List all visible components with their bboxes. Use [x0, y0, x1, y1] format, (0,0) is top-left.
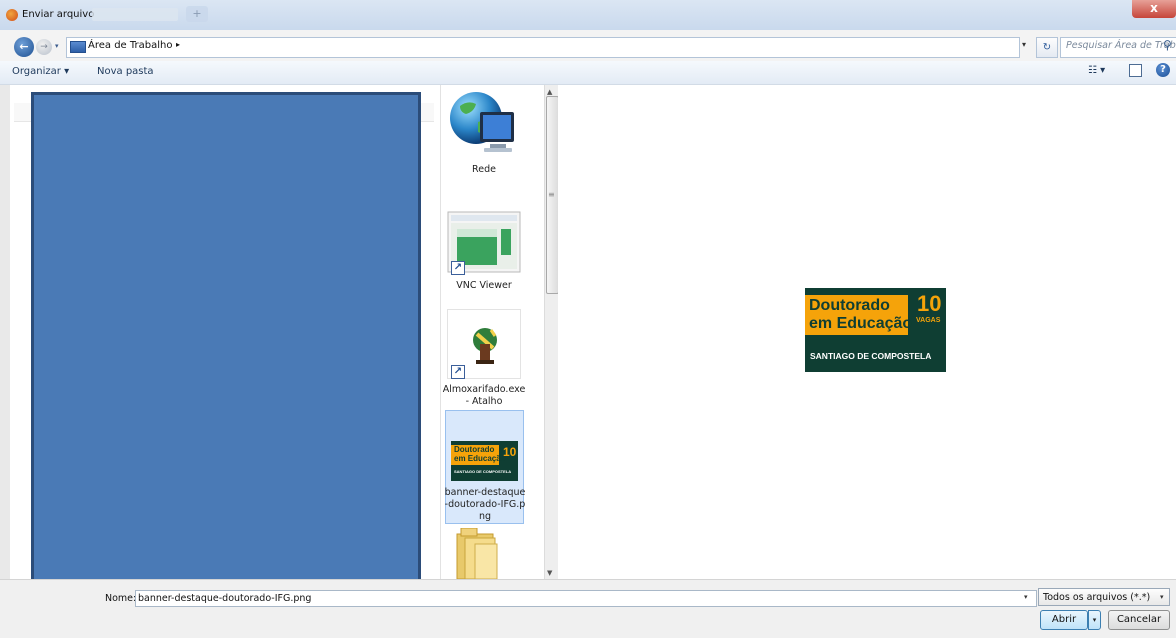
refresh-button[interactable]: ↻ — [1036, 37, 1058, 58]
forward-button[interactable]: → — [36, 39, 52, 55]
close-button[interactable]: x — [1132, 0, 1176, 18]
image-thumbnail-icon: Doutorado em Educação 10 SANTIAGO DE COM… — [451, 441, 518, 481]
preview-subtitle: SANTIAGO DE COMPOSTELA — [810, 351, 932, 361]
list-item-vnc-viewer[interactable]: ↗ VNC Viewer — [441, 206, 527, 298]
history-dropdown-icon[interactable]: ▾ — [55, 42, 59, 50]
open-button[interactable]: Abrir — [1040, 610, 1088, 630]
new-folder-button[interactable]: Nova pasta — [97, 66, 154, 77]
filename-label: Nome: — [105, 593, 137, 604]
breadcrumb-chevron-icon[interactable]: ▸ — [176, 40, 180, 49]
file-type-dropdown-icon[interactable]: ▾ — [1160, 593, 1164, 601]
preview-title-line2: em Educação — [809, 315, 913, 332]
preview-pane-button[interactable] — [1129, 64, 1142, 77]
folder-icon[interactable] — [455, 528, 499, 579]
list-item-label: Almoxarifado.exe — [442, 384, 526, 395]
preview-image: Doutorado em Educação 10 VAGAS SANTIAGO … — [805, 288, 946, 372]
network-globe-icon — [450, 92, 514, 152]
cancel-button[interactable]: Cancelar — [1108, 610, 1170, 630]
list-item-banner-selected[interactable]: Doutorado em Educação 10 SANTIAGO DE COM… — [444, 410, 526, 524]
preview-title-line1: Doutorado — [809, 297, 890, 314]
scrollbar-grip-icon: ≡ — [548, 190, 555, 199]
search-icon[interactable]: ⚲ — [1163, 38, 1172, 52]
shortcut-arrow-icon: ↗ — [451, 365, 465, 379]
redacted-region — [31, 92, 421, 588]
desktop-folder-icon — [70, 41, 86, 53]
window-title: Enviar arquivo — [22, 9, 95, 20]
filename-input[interactable]: banner-destaque-doutorado-IFG.png — [135, 590, 1037, 607]
scroll-up-icon[interactable]: ▲ — [547, 88, 552, 96]
filename-dropdown-icon[interactable]: ▾ — [1024, 593, 1028, 601]
preview-number: 10 — [917, 291, 942, 316]
help-button[interactable]: ? — [1156, 63, 1170, 77]
list-item-label: VNC Viewer — [456, 280, 512, 291]
browser-tab[interactable] — [92, 8, 178, 21]
list-item-label: ng — [478, 511, 492, 522]
organize-button[interactable]: Organizar ▾ — [12, 66, 69, 77]
list-item-label: banner-destaque — [444, 487, 526, 498]
list-item-label: - Atalho — [465, 396, 503, 407]
list-item-label: Rede — [472, 164, 496, 175]
breadcrumb-location[interactable]: Área de Trabalho — [88, 40, 172, 51]
list-item-almoxarifado[interactable]: ↗ Almoxarifado.exe - Atalho — [441, 306, 527, 410]
open-options-dropdown-icon[interactable]: ▾ — [1088, 610, 1101, 630]
window-frame-left — [0, 85, 10, 637]
command-toolbar — [0, 61, 1176, 85]
new-tab-button[interactable]: + — [186, 6, 208, 22]
list-item-rede[interactable]: Rede — [441, 86, 527, 182]
address-dropdown-icon[interactable]: ▾ — [1022, 40, 1026, 49]
application-icon — [473, 328, 497, 364]
list-item-label: -doutorado-IFG.p — [444, 499, 526, 510]
search-placeholder[interactable]: Pesquisar Área de Trab... — [1066, 40, 1176, 51]
preview-vagas: VAGAS — [916, 317, 941, 324]
address-bar[interactable] — [66, 37, 1020, 58]
scroll-down-icon[interactable]: ▼ — [547, 569, 552, 577]
back-button[interactable]: ← — [14, 37, 34, 57]
firefox-icon — [6, 9, 18, 21]
dialog-footer — [0, 579, 1176, 638]
file-type-select[interactable]: Todos os arquivos (*.*) — [1038, 588, 1170, 606]
change-view-button[interactable]: ☷ ▾ — [1088, 65, 1105, 76]
shortcut-arrow-icon: ↗ — [451, 261, 465, 275]
